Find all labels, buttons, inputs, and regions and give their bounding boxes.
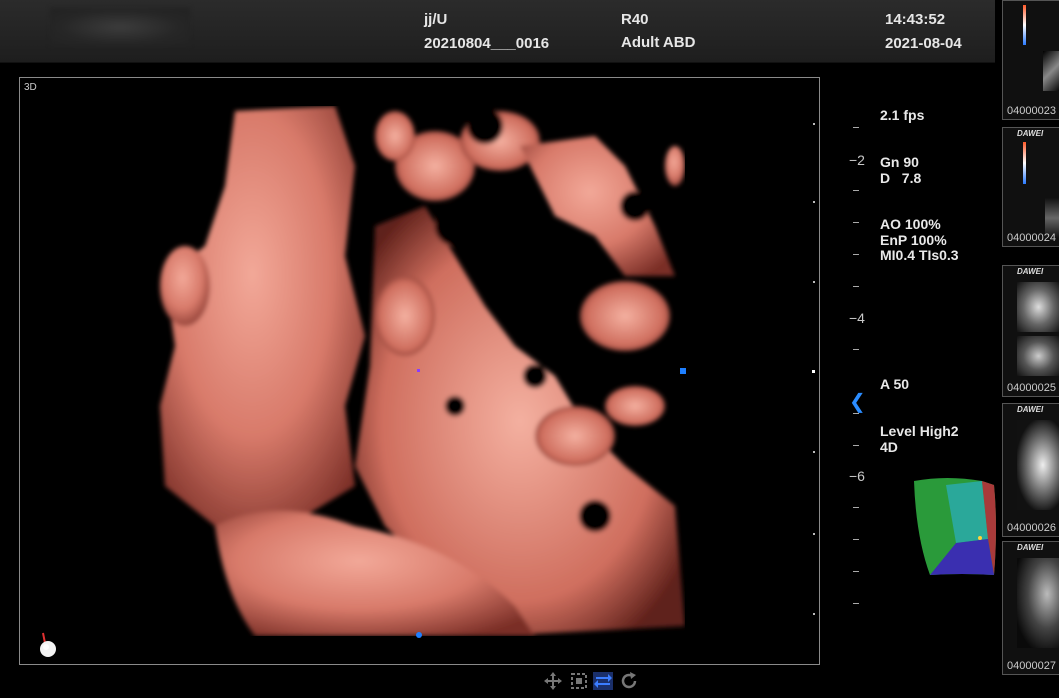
ruler-tick bbox=[853, 286, 859, 287]
exam-id-text: 20210804___0016 bbox=[424, 35, 550, 52]
depth-readout: D 7.8 bbox=[880, 170, 922, 186]
ruler-tick bbox=[853, 222, 859, 223]
thumbnail-label: 04000025 bbox=[1007, 382, 1056, 394]
thumbnail-label: 04000027 bbox=[1007, 660, 1056, 672]
thumbnail-label: 04000023 bbox=[1007, 105, 1056, 117]
ruler-label-6: −6 bbox=[849, 468, 865, 484]
thumbnail-item[interactable]: DAWEI 04000027 bbox=[1002, 541, 1059, 675]
thumbnail-brand: DAWEI bbox=[1017, 267, 1044, 276]
thumbnail-image bbox=[1017, 558, 1059, 648]
thumbnail-image bbox=[1017, 282, 1059, 332]
thumbnail-item[interactable]: DAWEI 04000025 bbox=[1002, 265, 1059, 397]
3d-render-image bbox=[160, 106, 685, 636]
ruler-label-4: −4 bbox=[849, 310, 865, 326]
ruler-tick bbox=[853, 445, 859, 446]
gain-readout: Gn 90 bbox=[880, 154, 919, 170]
rotate-icon[interactable] bbox=[618, 670, 640, 692]
scale-dot bbox=[813, 451, 815, 453]
thumbnail-label: 04000024 bbox=[1007, 232, 1056, 244]
ruler-tick bbox=[853, 127, 859, 128]
operator-text: jj/U bbox=[424, 11, 448, 28]
zoom-fit-icon[interactable] bbox=[568, 670, 590, 692]
volume-sector-icon bbox=[914, 478, 996, 575]
image-viewport[interactable]: 3D bbox=[19, 77, 820, 665]
ao-readout: AO 100% bbox=[880, 216, 941, 232]
thumbnail-brand: DAWEI bbox=[1017, 129, 1044, 138]
focus-chevron-icon[interactable]: ❮ bbox=[849, 389, 866, 414]
scale-dot bbox=[813, 533, 815, 535]
thumbnail-image bbox=[1043, 51, 1059, 91]
header-bar: jj/U 20210804___0016 R40 Adult ABD 14:43… bbox=[0, 0, 995, 63]
scale-dot-center bbox=[812, 370, 815, 373]
thumbnail-item[interactable]: DAWEI 04000026 bbox=[1002, 403, 1059, 537]
swap-icon[interactable] bbox=[592, 670, 614, 692]
thumbnail-brand: DAWEI bbox=[1017, 405, 1044, 414]
angle-readout: A 50 bbox=[880, 376, 910, 392]
preset-text: Adult ABD bbox=[621, 34, 696, 51]
thumbnail-item[interactable]: DAWEI 04000024 bbox=[1002, 127, 1059, 247]
scale-dot bbox=[813, 613, 815, 615]
thumbnail-image bbox=[1017, 336, 1059, 376]
thumbnail-brand: DAWEI bbox=[1017, 543, 1044, 552]
thumbnail-item[interactable]: 04000023 bbox=[1002, 0, 1059, 120]
ruler-tick bbox=[853, 190, 859, 191]
thumbnail-label: 04000026 bbox=[1007, 522, 1056, 534]
ruler-label-2: −2 bbox=[849, 152, 865, 168]
mode-label: 3D bbox=[24, 82, 37, 93]
ruler-tick bbox=[853, 603, 859, 604]
thumbnail-image bbox=[1017, 420, 1059, 510]
level-readout: Level High2 bbox=[880, 423, 959, 439]
color-bar-icon bbox=[1023, 5, 1026, 45]
ruler-tick bbox=[853, 349, 859, 350]
center-marker bbox=[417, 369, 420, 372]
mode-4d-readout: 4D bbox=[880, 439, 898, 455]
fps-readout: 2.1 fps bbox=[880, 107, 925, 123]
scale-dot bbox=[813, 201, 815, 203]
probe-text: R40 bbox=[621, 11, 649, 28]
scale-dot bbox=[813, 281, 815, 283]
hospital-name-blurred bbox=[50, 8, 190, 46]
ruler-tick bbox=[853, 507, 859, 508]
time-text: 14:43:52 bbox=[885, 11, 946, 28]
color-bar-icon bbox=[1023, 142, 1026, 184]
thumbnail-strip: 04000023 DAWEI 04000024 DAWEI 04000025 D… bbox=[1000, 0, 1059, 698]
roi-marker-right[interactable] bbox=[680, 368, 686, 374]
ruler-tick bbox=[853, 571, 859, 572]
ruler-tick bbox=[853, 254, 859, 255]
mi-tis-readout: MI0.4 TIs0.3 bbox=[880, 247, 959, 263]
move-icon[interactable] bbox=[542, 670, 564, 692]
enp-readout: EnP 100% bbox=[880, 232, 947, 248]
scale-dot bbox=[813, 123, 815, 125]
orientation-icon[interactable] bbox=[39, 629, 59, 659]
ruler-tick bbox=[853, 539, 859, 540]
roi-marker-bottom[interactable] bbox=[416, 632, 422, 638]
date-text: 2021-08-04 bbox=[885, 35, 962, 52]
